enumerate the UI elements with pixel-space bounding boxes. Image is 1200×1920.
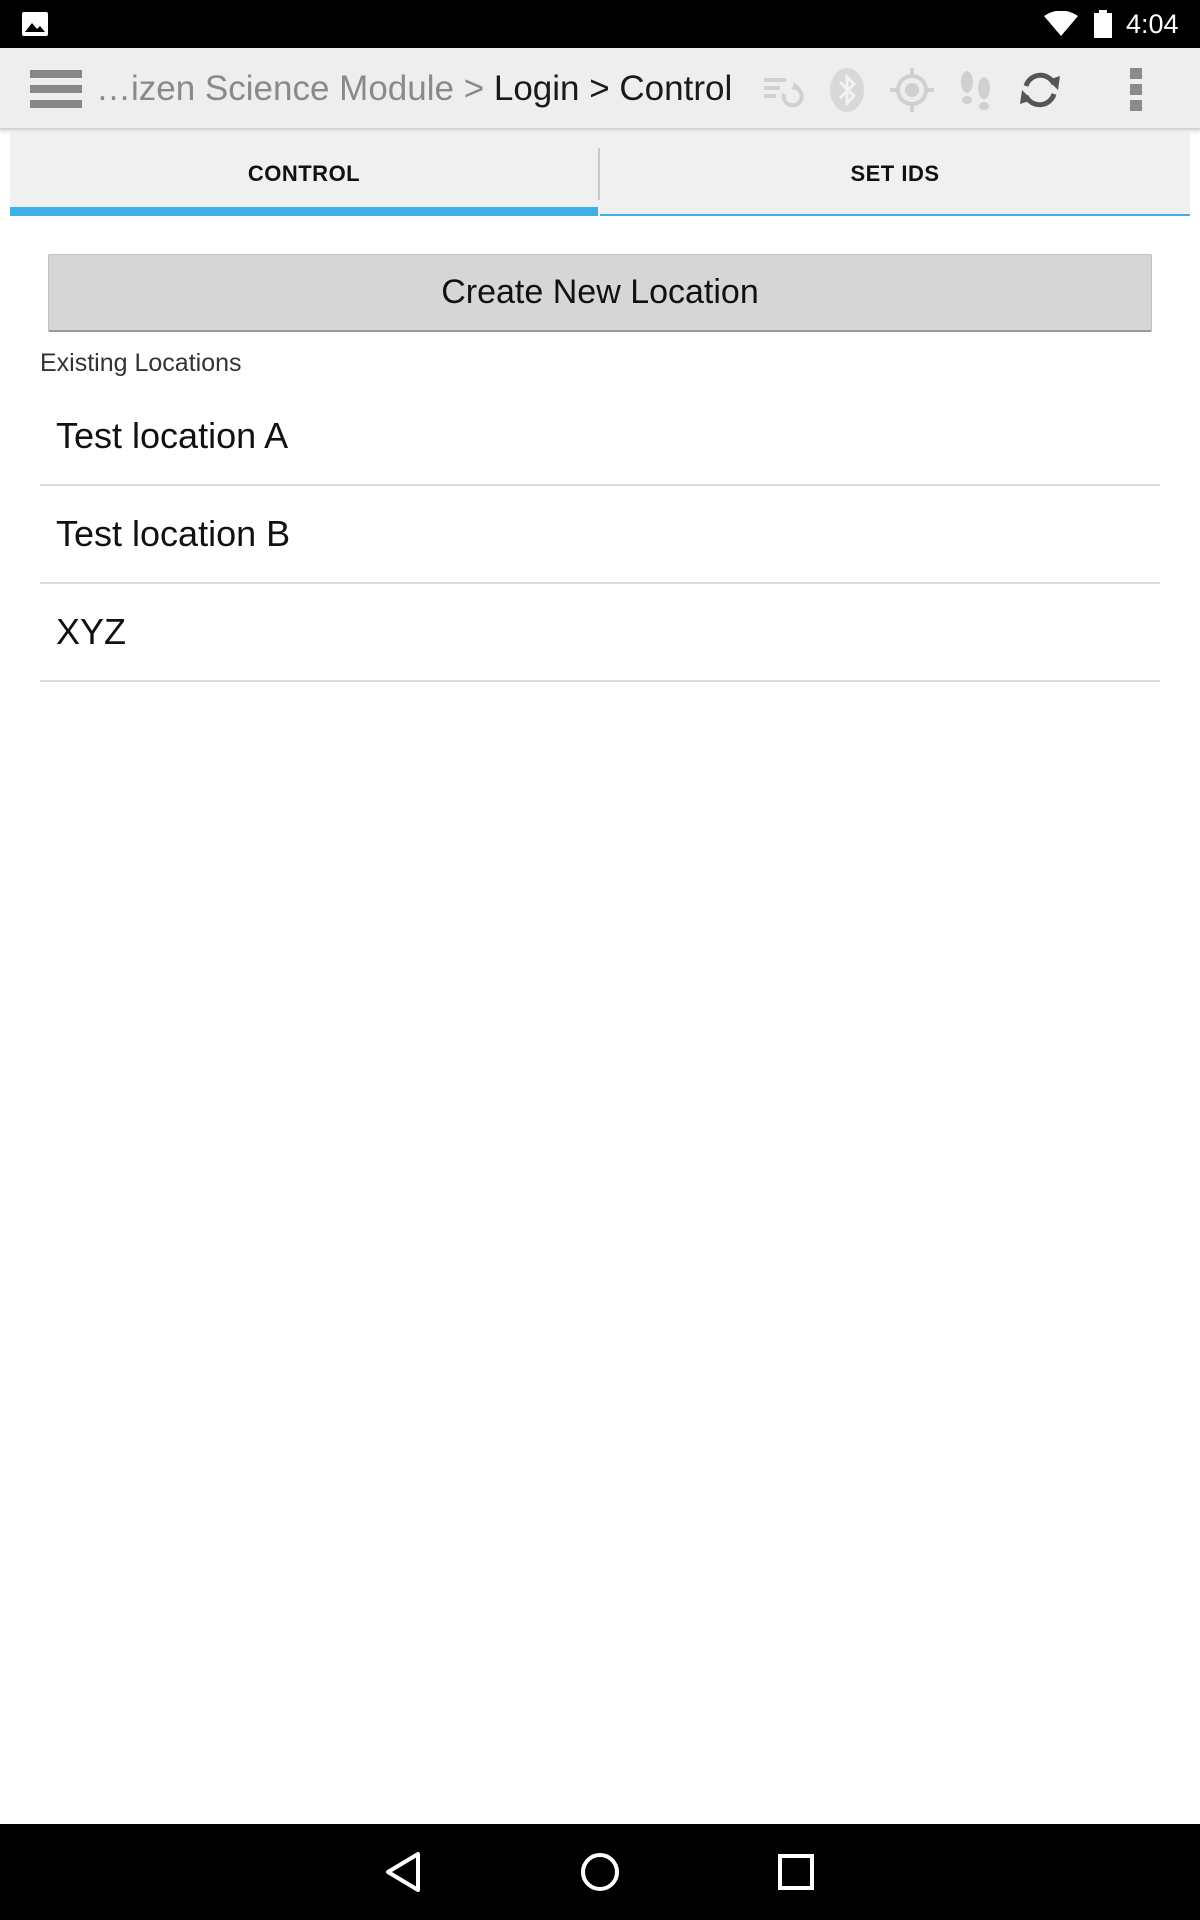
tab-control[interactable]: CONTROL	[10, 132, 598, 216]
existing-locations-label: Existing Locations	[40, 349, 242, 377]
list-item-location[interactable]: Test location A	[40, 388, 1160, 486]
system-nav-bar	[0, 1824, 1200, 1920]
recents-icon[interactable]	[772, 1848, 820, 1896]
screen: 4:04 …izen Science Module > Login > Cont…	[0, 0, 1200, 1920]
create-new-location-button[interactable]: Create New Location	[48, 254, 1152, 332]
gallery-icon	[22, 12, 48, 36]
tab-control-label: CONTROL	[247, 161, 361, 186]
breadcrumb-current: Login > Control	[493, 69, 733, 108]
nav-drawer-icon[interactable]	[30, 68, 82, 110]
status-bar: 4:04	[0, 0, 1200, 48]
gps-icon[interactable]	[888, 66, 936, 114]
action-bar: …izen Science Module > Login > Control	[0, 48, 1200, 130]
main-content: Create New Location Existing Locations T…	[10, 216, 1190, 1824]
bluetooth-icon[interactable]	[823, 66, 871, 114]
sync-list-icon[interactable]	[758, 66, 806, 114]
footsteps-icon[interactable]	[952, 66, 1000, 114]
battery-icon	[1094, 10, 1112, 38]
back-icon[interactable]	[380, 1848, 428, 1896]
tab-bar: CONTROL SET IDS	[10, 132, 1190, 216]
wifi-icon	[1044, 10, 1078, 37]
list-item-location[interactable]: XYZ	[40, 584, 1160, 682]
tab-set-ids-label: SET IDS	[850, 161, 940, 186]
refresh-icon[interactable]	[1016, 66, 1064, 114]
breadcrumb: …izen Science Module > Login > Control	[96, 68, 732, 110]
tab-selected-indicator	[10, 207, 598, 216]
status-clock: 4:04	[1126, 9, 1179, 39]
overflow-menu-icon[interactable]	[1112, 66, 1160, 114]
tab-set-ids[interactable]: SET IDS	[600, 132, 1190, 216]
list-item-location[interactable]: Test location B	[40, 486, 1160, 584]
breadcrumb-parent[interactable]: …izen Science Module >	[96, 69, 484, 108]
location-list: Test location A Test location B XYZ	[40, 388, 1160, 682]
home-icon[interactable]	[576, 1848, 624, 1896]
